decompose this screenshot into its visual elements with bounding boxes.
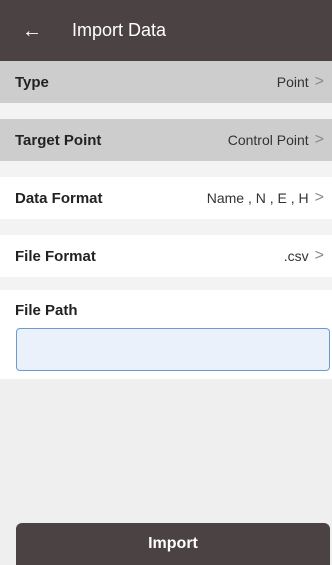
chevron-right-icon: > — [314, 247, 324, 264]
page-title: Import Data — [72, 20, 167, 40]
empty-area — [0, 379, 332, 514]
data-format-row[interactable]: Data Format Name , N , E , H > — [0, 177, 332, 219]
import-button[interactable]: Import — [16, 523, 330, 565]
type-label: Type — [15, 73, 49, 91]
file-format-label: File Format — [15, 247, 96, 265]
data-format-label: Data Format — [15, 189, 103, 207]
chevron-right-icon: > — [314, 189, 324, 206]
file-path-input[interactable] — [16, 328, 330, 371]
file-path-label: File Path — [15, 302, 78, 319]
divider — [0, 161, 332, 177]
target-point-row[interactable]: Target Point Control Point > — [0, 119, 332, 161]
chevron-right-icon: > — [314, 131, 324, 148]
type-value: Point — [276, 74, 309, 90]
divider — [0, 103, 332, 119]
app-header: ← Import Data — [0, 0, 332, 61]
target-point-value-wrap: Control Point > — [228, 131, 324, 149]
import-data-screen: ← Import Data Type Point > Target Point … — [0, 0, 332, 565]
chevron-right-icon: > — [314, 73, 324, 90]
divider — [0, 219, 332, 235]
type-row[interactable]: Type Point > — [0, 61, 332, 103]
back-arrow-icon[interactable]: ← — [22, 21, 52, 41]
file-path-section: File Path — [0, 290, 332, 379]
file-format-value: .csv — [283, 248, 309, 264]
target-point-value: Control Point — [227, 132, 309, 148]
type-value-wrap: Point > — [277, 73, 324, 91]
data-format-value: Name , N , E , H — [206, 190, 309, 206]
divider — [0, 277, 332, 290]
file-format-value-wrap: .csv > — [284, 247, 324, 265]
data-format-value-wrap: Name , N , E , H > — [207, 189, 324, 207]
target-point-label: Target Point — [15, 131, 102, 149]
file-format-row[interactable]: File Format .csv > — [0, 235, 332, 277]
